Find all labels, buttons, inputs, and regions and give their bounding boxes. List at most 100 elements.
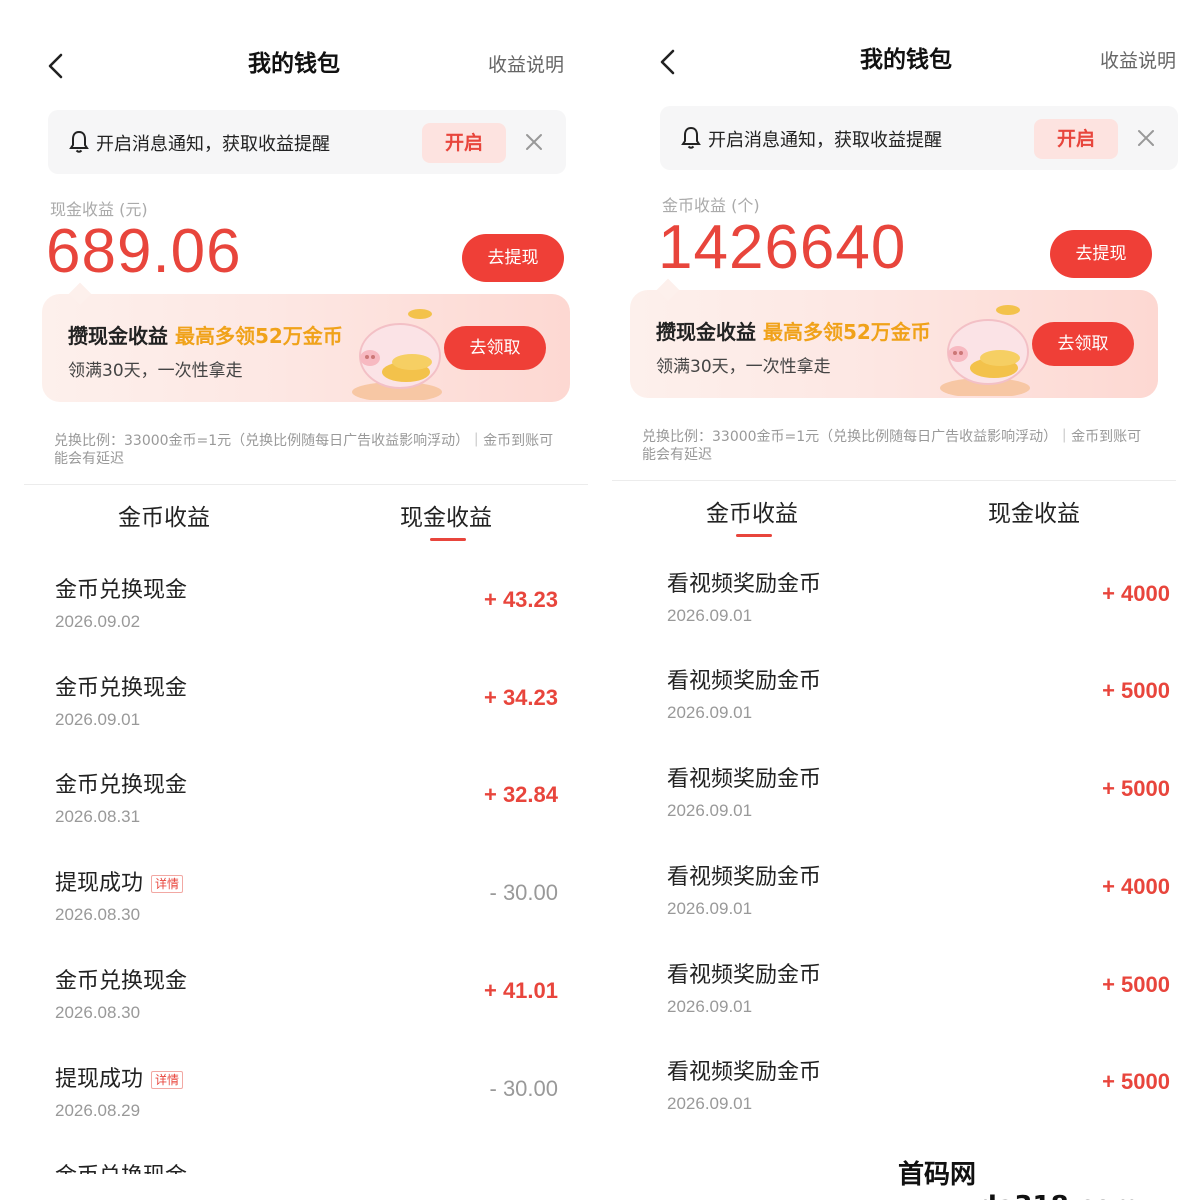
item-amount: + 35.56 — [484, 1173, 558, 1174]
item-amount: + 41.01 — [483, 977, 558, 1003]
item-title-text: 金币兑换现金 — [55, 968, 188, 994]
divider — [24, 484, 588, 485]
earnings-tabs: 金币收益 现金收益 — [612, 492, 1200, 542]
notification-banner: 开启消息通知，获取收益提醒 开启 — [660, 106, 1178, 170]
item-amount: + 5000 — [1102, 971, 1170, 997]
list-item[interactable]: 金币兑换现金 2026.08.30 + 41.01 — [0, 945, 588, 1043]
item-title: 金币兑换现金 — [55, 767, 187, 799]
exchange-rate-note: 兑换比例：33000金币=1元（兑换比例随每日广告收益影响浮动）｜金币到账可能会… — [54, 433, 554, 467]
tab-coin-earnings[interactable]: 金币收益 — [118, 498, 210, 532]
item-title: 金币兑换现金 — [55, 963, 187, 995]
item-title: 看视频奖励金币 — [667, 1054, 821, 1086]
item-title-text: 金币兑换现金 — [55, 578, 188, 603]
item-amount: + 5000 — [1102, 1069, 1170, 1095]
notification-banner: 开启消息通知，获取收益提醒 开启 — [48, 110, 566, 174]
item-date: 2026.09.01 — [667, 996, 753, 1016]
nav-bar: 我的钱包 收益说明 — [612, 26, 1200, 92]
item-title-text: 金币兑换现金 — [55, 675, 188, 701]
balance-value: 689.06 — [46, 217, 242, 286]
transaction-list[interactable]: 金币兑换现金 2026.09.02 + 43.23 金币兑换现金 2026.09.01 +… — [0, 546, 588, 1174]
tab-cash-earnings[interactable]: 现金收益 — [400, 498, 492, 532]
item-title-text: 提现成功 — [55, 1066, 144, 1092]
item-date: 2026.09.02 — [55, 612, 141, 631]
item-title: 看视频奖励金币 — [667, 761, 821, 793]
item-title-text: 看视频奖励金币 — [667, 767, 822, 793]
notification-text: 开启消息通知，获取收益提醒 — [708, 130, 942, 151]
list-item[interactable]: 看视频奖励金币 2026.09.01 + 5000 — [612, 939, 1200, 1037]
list-item[interactable]: 看视频奖励金币 2026.09.01 + 5000 — [612, 1036, 1200, 1134]
promo-title-main: 攒现金收益 — [656, 320, 756, 344]
item-title: 看视频奖励金币 — [667, 859, 821, 891]
list-item[interactable]: 金币兑换现金 + 35.56 — [0, 1140, 588, 1174]
list-item[interactable]: 提现成功 详情 2026.08.29 - 30.00 — [0, 1043, 588, 1141]
item-date: 2026.09.01 — [667, 801, 753, 821]
list-item[interactable]: 看视频奖励金币 2026.09.01 + 4000 — [612, 548, 1200, 646]
wallet-panel-cash: 我的钱包 收益说明 开启消息通知，获取收益提醒 开启 现金收益 (元) 689.… — [0, 0, 588, 1200]
promo-subtitle: 领满30天，一次性拿走 — [656, 357, 831, 377]
bell-icon — [681, 126, 701, 149]
promo-highlight: 最高多领52万金币 — [174, 324, 343, 348]
earnings-help-link[interactable]: 收益说明 — [488, 50, 564, 77]
item-date: 2026.09.01 — [667, 605, 753, 625]
collect-button[interactable]: 去领取 — [444, 326, 546, 370]
promo-card: 攒现金收益 最高多领52万金币 领满30天，一次性拿走 去领取 — [42, 282, 570, 402]
notification-text: 开启消息通知，获取收益提醒 — [96, 134, 330, 155]
item-amount: + 5000 — [1102, 776, 1170, 802]
item-date: 2026.08.31 — [55, 807, 141, 827]
item-title-text: 看视频奖励金币 — [667, 864, 822, 890]
collect-button[interactable]: 去领取 — [1032, 322, 1134, 366]
tab-cash-earnings[interactable]: 现金收益 — [988, 494, 1080, 528]
item-title: 看视频奖励金币 — [667, 566, 821, 598]
item-amount: + 32.84 — [483, 782, 558, 808]
item-date: 2026.09.01 — [667, 1094, 753, 1114]
item-date: 2026.08.30 — [55, 905, 141, 925]
item-date: 2026.08.30 — [55, 1002, 141, 1022]
tab-coin-earnings[interactable]: 金币收益 — [706, 494, 798, 528]
enable-notification-button[interactable]: 开启 — [1034, 119, 1118, 159]
item-title-text: 看视频奖励金币 — [667, 962, 822, 988]
exchange-rate-note: 兑换比例：33000金币=1元（兑换比例随每日广告收益影响浮动）｜金币到账可能会… — [642, 429, 1142, 463]
item-title-text: 提现成功 — [55, 871, 144, 897]
transaction-list[interactable]: 看视频奖励金币 2026.09.01 + 4000 看视频奖励金币 2026.09.01… — [612, 542, 1200, 1178]
detail-tag[interactable]: 详情 — [151, 1070, 184, 1089]
earnings-help-link[interactable]: 收益说明 — [1100, 46, 1176, 73]
promo-title-main: 攒现金收益 — [68, 324, 168, 348]
detail-tag[interactable]: 详情 — [151, 875, 184, 894]
list-item[interactable]: 提现成功 详情 2026.08.30 - 30.00 — [0, 847, 588, 945]
item-title: 金币兑换现金 — [55, 572, 187, 604]
item-title: 提现成功 详情 — [55, 865, 184, 897]
item-date: 2026.09.01 — [667, 898, 753, 918]
close-icon[interactable] — [524, 132, 544, 152]
list-item[interactable]: 看视频奖励金币 2026.09.01 + 5000 — [612, 743, 1200, 841]
item-title-text: 看视频奖励金币 — [667, 1060, 822, 1086]
close-icon[interactable] — [1136, 128, 1156, 148]
item-amount: + 43.23 — [483, 587, 558, 612]
item-amount: - 30.00 — [489, 1075, 559, 1101]
withdraw-button[interactable]: 去提现 — [1050, 230, 1152, 278]
nav-bar: 我的钱包 收益说明 — [0, 30, 588, 96]
item-title: 金币兑换现金 — [55, 1158, 187, 1174]
list-item[interactable]: 看视频奖励金币 2026.09.01 + 5000 — [612, 645, 1200, 743]
list-item[interactable]: 金币兑换现金 2026.08.31 + 32.84 — [0, 749, 588, 847]
item-amount: + 5000 — [1102, 678, 1170, 704]
item-amount: + 4000 — [1102, 580, 1170, 606]
list-item[interactable]: 金币兑换现金 2026.09.02 + 43.23 — [0, 554, 588, 652]
panel-gutter — [588, 0, 612, 1200]
list-item[interactable]: 金币兑换现金 2026.09.01 + 34.23 — [0, 652, 588, 750]
promo-title: 攒现金收益 最高多领52万金币 — [68, 320, 343, 349]
earnings-tabs: 金币收益 现金收益 — [0, 496, 588, 546]
piggy-bank-icon — [940, 305, 1030, 396]
promo-subtitle: 领满30天，一次性拿走 — [68, 361, 243, 381]
item-date: 2026.08.29 — [55, 1100, 141, 1120]
withdraw-button[interactable]: 去提现 — [462, 234, 564, 282]
item-date: 2026.09.01 — [667, 703, 753, 723]
promo-card: 攒现金收益 最高多领52万金币 领满30天，一次性拿走 去领取 — [630, 278, 1158, 398]
item-date: 2026.09.01 — [55, 709, 141, 729]
item-amount: + 34.23 — [483, 684, 558, 710]
enable-notification-button[interactable]: 开启 — [422, 123, 506, 163]
list-item[interactable]: 看视频奖励金币 2026.09.01 + 4000 — [612, 841, 1200, 939]
item-title-text: 看视频奖励金币 — [667, 571, 822, 597]
item-title: 看视频奖励金币 — [667, 957, 821, 989]
wallet-panel-coins: 我的钱包 收益说明 开启消息通知，获取收益提醒 开启 金币收益 (个) 1426… — [612, 0, 1200, 1200]
promo-highlight: 最高多领52万金币 — [762, 320, 931, 344]
